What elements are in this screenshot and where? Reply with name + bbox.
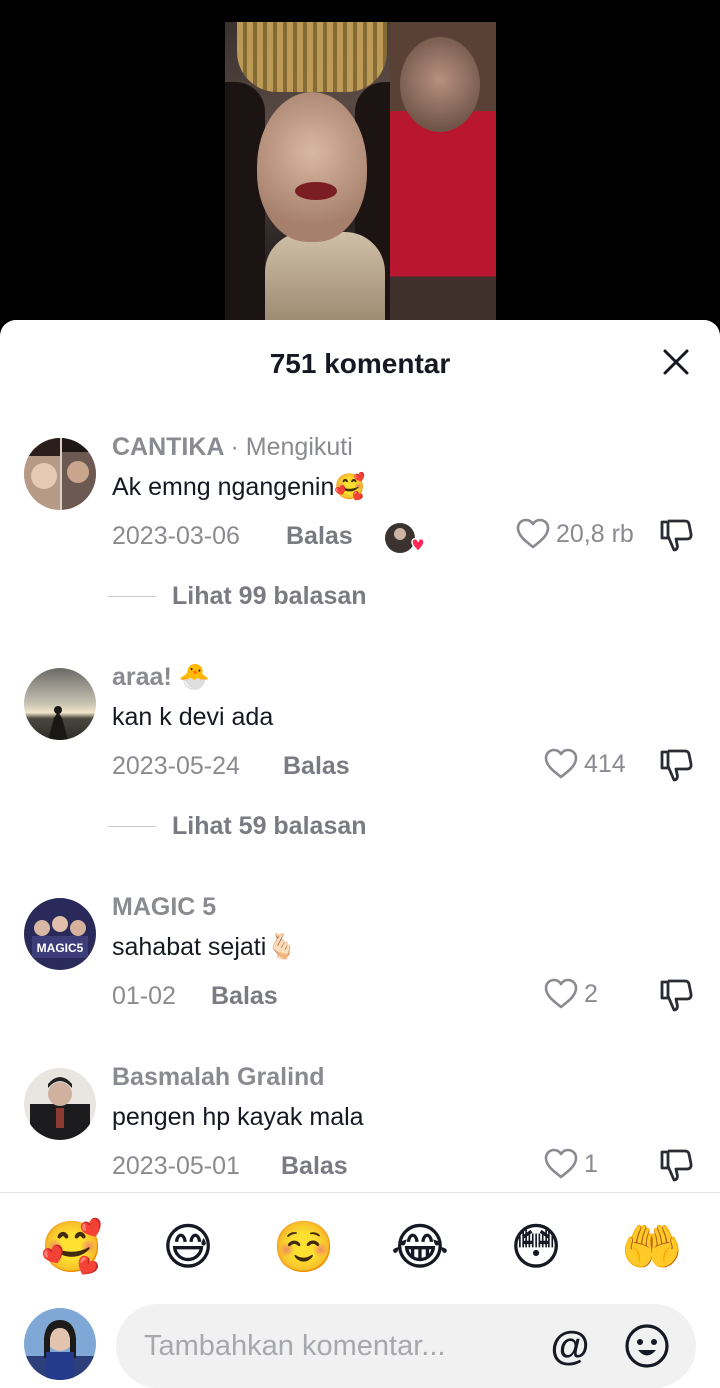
like-button[interactable]: 20,8 rb — [516, 518, 634, 550]
view-replies-button[interactable]: Lihat 59 balasan — [108, 812, 367, 841]
comment-text: Ak emng ngangenin🥰 — [112, 473, 366, 501]
comment-username[interactable]: MAGIC 5 — [112, 893, 216, 922]
my-avatar[interactable] — [24, 1308, 96, 1380]
dislike-button[interactable] — [658, 1146, 696, 1184]
comments-sheet: 751 komentar CANTIKA · Mengikuti Ak emng… — [0, 320, 720, 1388]
emoji-picker-button[interactable] — [624, 1323, 670, 1369]
comment-item: araa! 🐣 kan k devi ada 2023-05-24 Balas … — [0, 640, 720, 870]
comments-count-title: 751 komentar — [269, 348, 451, 379]
close-icon — [663, 349, 689, 375]
thumbs-down-icon — [660, 979, 693, 1012]
dislike-button[interactable] — [658, 516, 696, 554]
like-count: 414 — [584, 749, 626, 778]
comment-username[interactable]: araa! 🐣 — [112, 663, 210, 692]
comment-input-container: @ — [116, 1304, 696, 1388]
follow-status: Mengikuti — [245, 433, 353, 461]
reply-button[interactable]: Balas — [211, 982, 278, 1011]
divider — [0, 1192, 720, 1193]
reply-button[interactable]: Balas — [286, 522, 353, 551]
emoji-smiling-hearts[interactable]: 🥰 — [40, 1215, 104, 1279]
creator-liked-badge — [384, 522, 425, 558]
like-count: 20,8 rb — [556, 519, 634, 548]
comment-date: 2023-05-24 — [112, 752, 240, 780]
dislike-button[interactable] — [658, 976, 696, 1014]
emoji-blush[interactable]: ☺️ — [272, 1215, 336, 1279]
like-button[interactable]: 2 — [544, 978, 598, 1010]
comment-date: 01-02 — [112, 982, 176, 1010]
like-button[interactable]: 1 — [544, 1148, 598, 1180]
avatar[interactable] — [24, 438, 96, 510]
comment-text: pengen hp kayak mala — [112, 1103, 364, 1131]
reply-button[interactable]: Balas — [281, 1152, 348, 1181]
heart-icon — [544, 978, 578, 1009]
heart-icon — [544, 1148, 578, 1179]
quick-emoji-bar: 🥰 😅 ☺️ 😂 😳 🤲 — [0, 1215, 720, 1285]
svg-text:MAGIC5: MAGIC5 — [37, 941, 84, 955]
reply-button[interactable]: Balas — [283, 752, 350, 781]
like-count: 2 — [584, 979, 598, 1008]
video-thumbnail[interactable] — [225, 22, 496, 340]
heart-icon — [544, 748, 578, 779]
avatar[interactable] — [24, 668, 96, 740]
comment-item: CANTIKA · Mengikuti Ak emng ngangenin🥰 2… — [0, 410, 720, 640]
close-button[interactable] — [656, 342, 696, 382]
comment-composer: @ — [0, 1304, 720, 1388]
mention-button[interactable]: @ — [548, 1324, 592, 1368]
comment-username[interactable]: CANTIKA · Mengikuti — [112, 433, 353, 462]
avatar[interactable] — [24, 1068, 96, 1140]
thumbs-down-icon — [660, 749, 693, 782]
emoji-flushed[interactable]: 😳 — [504, 1215, 568, 1279]
dislike-button[interactable] — [658, 746, 696, 784]
like-button[interactable]: 414 — [544, 748, 626, 780]
emoji-tears-of-joy[interactable]: 😂 — [388, 1215, 452, 1279]
emoji-palms-up[interactable]: 🤲 — [620, 1215, 684, 1279]
view-replies-button[interactable]: Lihat 99 balasan — [108, 582, 367, 611]
thumbs-down-icon — [660, 1149, 693, 1182]
comment-text: sahabat sejati🫰🏻 — [112, 933, 298, 961]
comment-item: Basmalah Gralind pengen hp kayak mala 20… — [0, 1040, 720, 1192]
comment-date: 2023-05-01 — [112, 1152, 240, 1180]
comment-input[interactable] — [144, 1304, 544, 1388]
comment-username[interactable]: Basmalah Gralind — [112, 1063, 325, 1092]
smiley-icon — [625, 1324, 669, 1368]
comment-date: 2023-03-06 — [112, 522, 240, 550]
video-player[interactable] — [0, 0, 720, 340]
at-icon: @ — [550, 1323, 590, 1368]
comment-list[interactable]: CANTIKA · Mengikuti Ak emng ngangenin🥰 2… — [0, 410, 720, 1192]
emoji-grinning-sweat[interactable]: 😅 — [156, 1215, 220, 1279]
avatar[interactable]: MAGIC5 — [24, 898, 96, 970]
comment-text: kan k devi ada — [112, 703, 274, 731]
like-count: 1 — [584, 1149, 598, 1178]
thumbs-down-icon — [660, 519, 693, 552]
heart-icon — [516, 518, 550, 549]
